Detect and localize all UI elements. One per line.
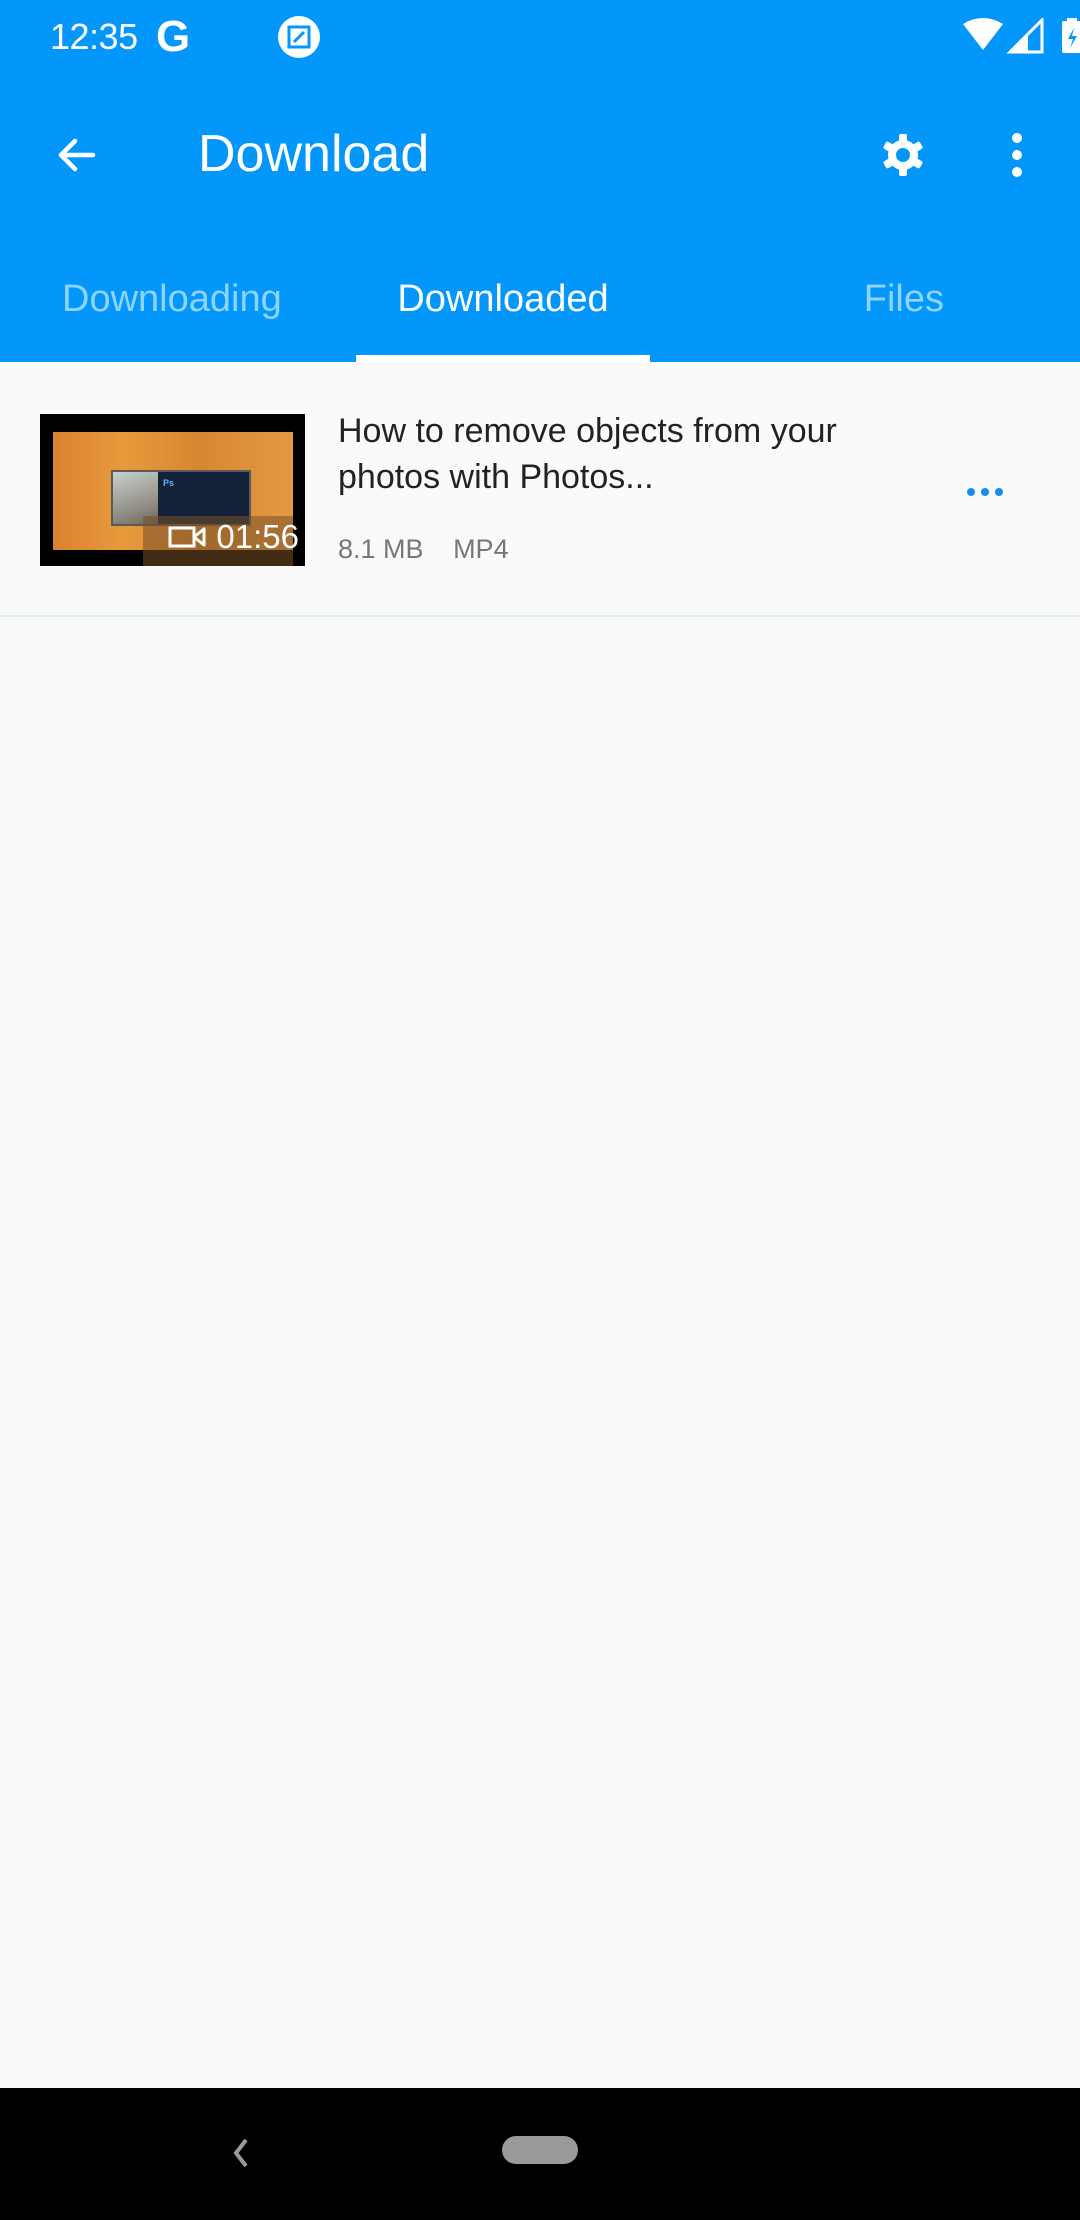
battery-charging-icon: [1062, 18, 1080, 53]
tab-downloaded[interactable]: Downloaded: [356, 250, 650, 362]
status-bar: 12:35 G: [0, 0, 1080, 76]
tab-files[interactable]: Files: [650, 250, 1080, 362]
screenshot-edit-icon: [278, 16, 320, 58]
video-thumbnail[interactable]: Ps 01:56: [40, 414, 305, 566]
tab-bar: Downloading Downloaded Files: [0, 250, 1080, 362]
file-format: MP4: [453, 534, 509, 564]
item-title: How to remove objects from your photos w…: [338, 412, 837, 496]
more-vert-icon: [1012, 133, 1022, 177]
downloads-list: Ps 01:56 How to remove objects from your…: [0, 362, 1080, 617]
status-icons: [880, 16, 1080, 65]
google-icon: G: [156, 12, 191, 61]
file-size: 8.1 MB: [338, 534, 424, 564]
arrow-back-icon: [58, 138, 96, 172]
more-options-button[interactable]: [980, 118, 1054, 192]
item-more-button[interactable]: [950, 462, 1020, 522]
more-horiz-icon: [967, 488, 975, 496]
app-bar: Download: [0, 96, 1080, 216]
header: 12:35 G Download Downloading Downloaded …: [0, 0, 1080, 362]
gear-icon: [883, 134, 923, 176]
video-camera-icon: [168, 526, 206, 548]
cellular-signal-icon: [1006, 16, 1044, 54]
status-time: 12:35: [50, 16, 138, 57]
nav-back-icon: [233, 2138, 248, 2168]
nav-back-button[interactable]: [220, 2128, 260, 2178]
list-item[interactable]: Ps 01:56 How to remove objects from your…: [0, 362, 1080, 617]
wifi-icon: [963, 18, 1003, 50]
system-nav-bar: [0, 2088, 1080, 2220]
tab-downloading[interactable]: Downloading: [0, 250, 356, 362]
thumbnail-ps-label: Ps: [163, 478, 175, 488]
back-button[interactable]: [40, 118, 114, 192]
item-meta: 8.1 MB MP4: [338, 534, 531, 565]
page-title: Download: [198, 125, 430, 183]
nav-home-button[interactable]: [502, 2136, 578, 2164]
settings-button[interactable]: [866, 118, 940, 192]
duration-text: 01:56: [216, 518, 299, 555]
duration-badge: 01:56: [168, 518, 299, 556]
